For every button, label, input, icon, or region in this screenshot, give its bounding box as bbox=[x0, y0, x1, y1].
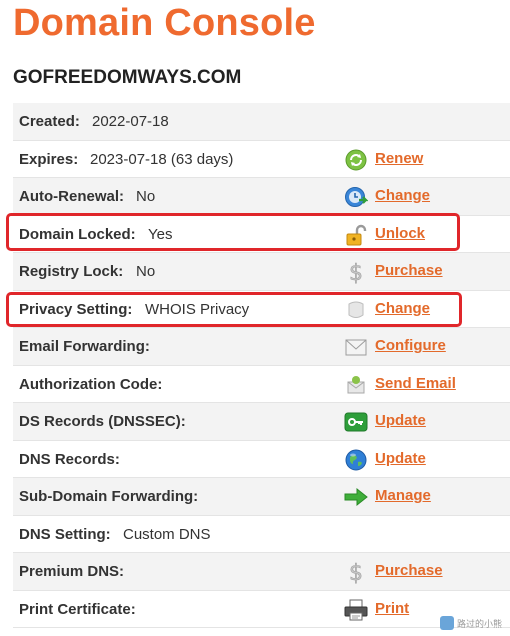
clock-change-icon[interactable] bbox=[344, 185, 368, 209]
row-label: Auto-Renewal: bbox=[19, 188, 124, 205]
dns-records-update-link[interactable]: Update bbox=[375, 450, 426, 467]
row-value: Custom DNS bbox=[123, 525, 211, 543]
print-certificate-link[interactable]: Print bbox=[375, 600, 409, 617]
watermark-text: 路过的小熊 bbox=[456, 618, 502, 629]
send-auth-code-link[interactable]: Send Email bbox=[375, 375, 456, 392]
key-icon[interactable] bbox=[344, 410, 368, 434]
row-print-certificate: Print Certificate: Print bbox=[13, 591, 510, 628]
svg-text:$: $ bbox=[349, 561, 363, 584]
ds-records-update-link[interactable]: Update bbox=[375, 412, 426, 429]
row-dns-setting: DNS Setting: Custom DNS bbox=[13, 516, 510, 553]
row-label: DNS Setting: bbox=[19, 525, 111, 543]
row-label: Premium DNS: bbox=[19, 563, 125, 580]
arrow-right-icon[interactable] bbox=[344, 485, 368, 509]
row-label: DS Records (DNSSEC): bbox=[19, 413, 186, 430]
row-value: 2023-07-18 (63 days) bbox=[90, 150, 234, 168]
row-auto-renewal: Auto-Renewal: No Change bbox=[13, 178, 510, 216]
sub-domain-manage-link[interactable]: Manage bbox=[375, 487, 431, 504]
premium-dns-purchase-link[interactable]: Purchase bbox=[375, 562, 443, 579]
globe-icon[interactable] bbox=[344, 448, 368, 472]
row-authorization-code: Authorization Code: Send Email bbox=[13, 366, 510, 403]
domain-settings-table: Created: 2022-07-18 Expires: 2023-07-18 … bbox=[13, 103, 510, 628]
row-label: Expires: bbox=[19, 150, 79, 168]
page-title: Domain Console bbox=[13, 2, 316, 44]
row-ds-records: DS Records (DNSSEC): Update bbox=[13, 403, 510, 441]
row-email-forwarding: Email Forwarding: Configure bbox=[13, 328, 510, 366]
row-value: No bbox=[136, 188, 156, 205]
email-forwarding-configure-link[interactable]: Configure bbox=[375, 337, 446, 354]
row-sub-domain-forwarding: Sub-Domain Forwarding: Manage bbox=[13, 478, 510, 516]
dollar-icon[interactable]: $ bbox=[344, 560, 368, 584]
highlight-box-domain-locked bbox=[6, 213, 460, 251]
row-expires: Expires: 2023-07-18 (63 days) Renew bbox=[13, 141, 510, 178]
auto-renewal-change-link[interactable]: Change bbox=[375, 187, 430, 204]
renew-link[interactable]: Renew bbox=[375, 150, 423, 167]
svg-text:$: $ bbox=[349, 261, 363, 284]
row-label: Authorization Code: bbox=[19, 375, 163, 393]
watermark: 路过的小熊 bbox=[439, 616, 502, 630]
row-created: Created: 2022-07-18 bbox=[13, 103, 510, 141]
row-value: No bbox=[136, 263, 156, 280]
row-registry-lock: Registry Lock: No $ Purchase bbox=[13, 253, 510, 291]
row-label: Registry Lock: bbox=[19, 263, 124, 280]
row-label: Created: bbox=[19, 113, 80, 130]
row-label: Print Certificate: bbox=[19, 600, 136, 618]
printer-icon[interactable] bbox=[344, 598, 368, 622]
send-email-icon[interactable] bbox=[344, 373, 368, 397]
row-label: DNS Records: bbox=[19, 450, 120, 468]
domain-name: GOFREEDOMWAYS.COM bbox=[13, 67, 242, 88]
row-value: 2022-07-18 bbox=[92, 113, 169, 130]
envelope-icon[interactable] bbox=[344, 335, 368, 359]
watermark-logo-icon bbox=[439, 616, 454, 630]
renew-icon[interactable] bbox=[344, 148, 368, 172]
row-label: Sub-Domain Forwarding: bbox=[19, 488, 199, 505]
row-dns-records: DNS Records: Update bbox=[13, 441, 510, 478]
registry-lock-purchase-link[interactable]: Purchase bbox=[375, 262, 443, 279]
row-premium-dns: Premium DNS: $ Purchase bbox=[13, 553, 510, 591]
highlight-box-privacy-setting bbox=[6, 292, 462, 327]
row-label: Email Forwarding: bbox=[19, 338, 150, 355]
dollar-icon[interactable]: $ bbox=[344, 260, 368, 284]
